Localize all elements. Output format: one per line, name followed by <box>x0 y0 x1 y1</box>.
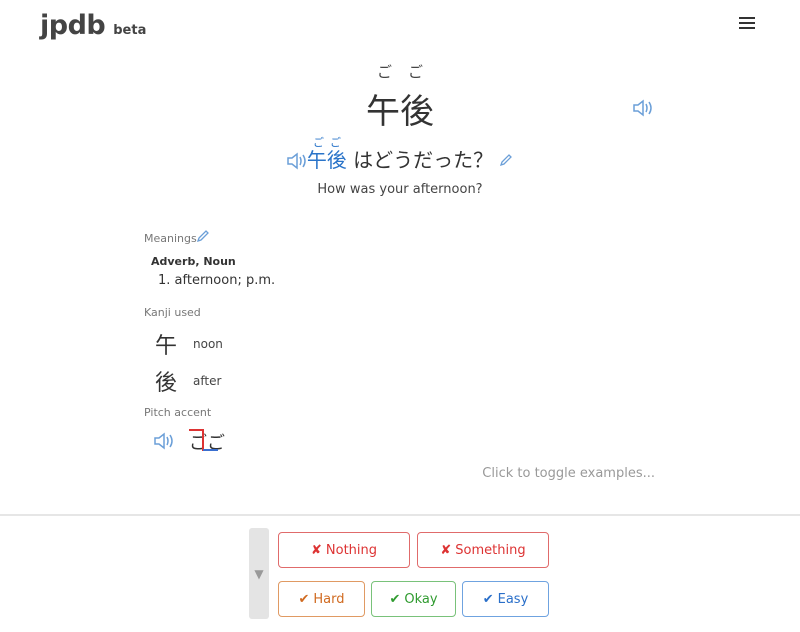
logo-text: jpdb <box>40 10 106 41</box>
site-logo[interactable]: jpdb beta <box>40 10 146 41</box>
grade-something-button[interactable]: ✘ Something <box>417 532 549 568</box>
grade-something-label: Something <box>455 542 526 558</box>
toggle-examples-link[interactable]: Click to toggle examples... <box>482 466 655 481</box>
cross-icon: ✘ <box>440 542 452 558</box>
sentence-rest: はどうだった？ <box>353 148 494 172</box>
sentence-highlighted-word: ごご 午後 <box>306 136 353 172</box>
grade-easy-button[interactable]: ✔ Easy <box>462 581 549 617</box>
kanji-character[interactable]: 後 <box>155 365 193 397</box>
edit-sentence-pencil-icon[interactable] <box>499 152 513 171</box>
beta-badge: beta <box>113 23 147 38</box>
vocab-furigana: ごご <box>376 63 439 81</box>
pitch-audio-speaker-icon[interactable] <box>152 430 176 452</box>
checkmark-icon: ✔ <box>389 591 401 607</box>
sentence-word: 午後 <box>306 148 347 172</box>
edit-meanings-pencil-icon[interactable] <box>196 228 210 247</box>
kanji-character[interactable]: 午 <box>155 328 193 360</box>
meanings-label: Meanings <box>144 232 197 245</box>
part-of-speech: Adverb, Noun <box>151 255 236 268</box>
kanji-meaning: noon <box>193 337 223 351</box>
checkmark-icon: ✔ <box>482 591 494 607</box>
grade-hard-button[interactable]: ✔ Hard <box>278 581 365 617</box>
checkmark-icon: ✔ <box>298 591 310 607</box>
sentence-translation: How was your afternoon? <box>317 182 483 197</box>
kanji-row[interactable]: 午 noon <box>155 328 223 360</box>
hamburger-menu-icon[interactable] <box>739 17 755 29</box>
grade-okay-button[interactable]: ✔ Okay <box>371 581 456 617</box>
chevron-down-icon: ▼ <box>254 566 264 581</box>
grade-nothing-button[interactable]: ✘ Nothing <box>278 532 410 568</box>
collapse-grading-tab[interactable]: ▼ <box>249 528 269 619</box>
vocab-audio-speaker-icon[interactable] <box>631 97 655 119</box>
pitch-low-line <box>203 449 218 451</box>
grade-okay-label: Okay <box>404 591 438 607</box>
example-sentence: ごご 午後 はどうだった？ <box>0 136 800 173</box>
grade-hard-label: Hard <box>313 591 345 607</box>
pitch-accent-reading: ごご <box>189 433 225 454</box>
pitch-accent-label: Pitch accent <box>144 406 212 419</box>
pitch-drop-line <box>202 429 204 451</box>
vocab-word: 午後 <box>366 92 434 132</box>
kanji-row[interactable]: 後 after <box>155 365 221 397</box>
grade-nothing-label: Nothing <box>325 542 378 558</box>
pitch-high-line <box>189 429 203 431</box>
meaning-item: 1. afternoon; p.m. <box>158 273 276 288</box>
cross-icon: ✘ <box>310 542 322 558</box>
grade-easy-label: Easy <box>497 591 529 607</box>
bottom-divider <box>0 514 800 516</box>
sentence-word-furigana: ごご <box>312 136 347 149</box>
kanji-used-label: Kanji used <box>144 306 201 319</box>
kanji-meaning: after <box>193 374 222 388</box>
